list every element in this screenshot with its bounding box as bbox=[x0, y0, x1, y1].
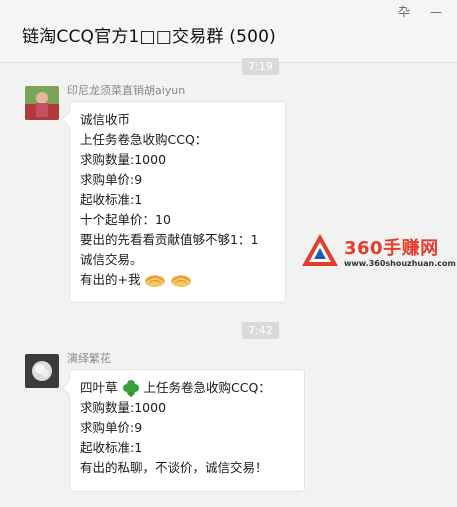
avatar[interactable] bbox=[25, 86, 59, 120]
handshake-icon bbox=[170, 271, 192, 289]
avatar[interactable] bbox=[25, 354, 59, 388]
handshake-icon bbox=[144, 271, 166, 289]
message-line: 四叶草 上任务卷急收购CCQ： bbox=[80, 378, 294, 398]
message-text: 上任务卷急收购CCQ： bbox=[143, 380, 271, 395]
message-line: 求购单价:9 bbox=[80, 172, 143, 187]
message-line: 有出的私聊，不谈价，诚信交易！ bbox=[80, 460, 268, 475]
message-text: 四叶草 bbox=[80, 380, 118, 395]
message-line: 求购数量:1000 bbox=[80, 152, 167, 167]
message-line: 要出的先看看贡献值够不够1：1 bbox=[80, 232, 259, 247]
message-bubble[interactable]: 诚信收币 上任务卷急收购CCQ： 求购数量:1000 求购单价:9 起收标准:1… bbox=[69, 101, 286, 303]
pin-icon[interactable]: 卆 bbox=[394, 4, 414, 20]
clover-icon bbox=[122, 379, 140, 397]
chat-header: 链淘CCQ官方1□□交易群 (500) 卆 — bbox=[0, 0, 457, 63]
message-line: 诚信交易。 bbox=[80, 252, 143, 267]
sender-name: 演绎繁花 bbox=[67, 352, 111, 365]
message-line: 起收标准:1 bbox=[80, 440, 143, 455]
message-line: 求购数量:1000 bbox=[80, 400, 167, 415]
timestamp: 7:19 bbox=[242, 58, 279, 75]
watermark-url: www.360shouzhuan.com bbox=[344, 259, 456, 268]
message-line: 十个起单价：10 bbox=[80, 212, 171, 227]
watermark-logo: 360手赚网 www.360shouzhuan.com bbox=[300, 232, 456, 272]
message-text: 有出的+我 bbox=[80, 272, 141, 287]
message-bubble[interactable]: 四叶草 上任务卷急收购CCQ： 求购数量:1000 求购单价:9 起收标准:1 … bbox=[69, 369, 305, 492]
sender-name: 印尼龙须菜直销胡aiyun bbox=[67, 84, 186, 97]
message-line: 起收标准:1 bbox=[80, 192, 143, 207]
message-line: 有出的+我 bbox=[80, 270, 275, 290]
message-line: 诚信收币 bbox=[80, 112, 131, 127]
timestamp: 7:42 bbox=[242, 322, 279, 339]
logo-icon bbox=[302, 234, 338, 266]
watermark-brand: 360手赚网 bbox=[344, 238, 439, 259]
chat-title: 链淘CCQ官方1□□交易群 (500) bbox=[22, 27, 276, 47]
message-line: 上任务卷急收购CCQ： bbox=[80, 132, 208, 147]
message-line: 求购单价:9 bbox=[80, 420, 143, 435]
minimize-icon[interactable]: — bbox=[426, 4, 446, 20]
